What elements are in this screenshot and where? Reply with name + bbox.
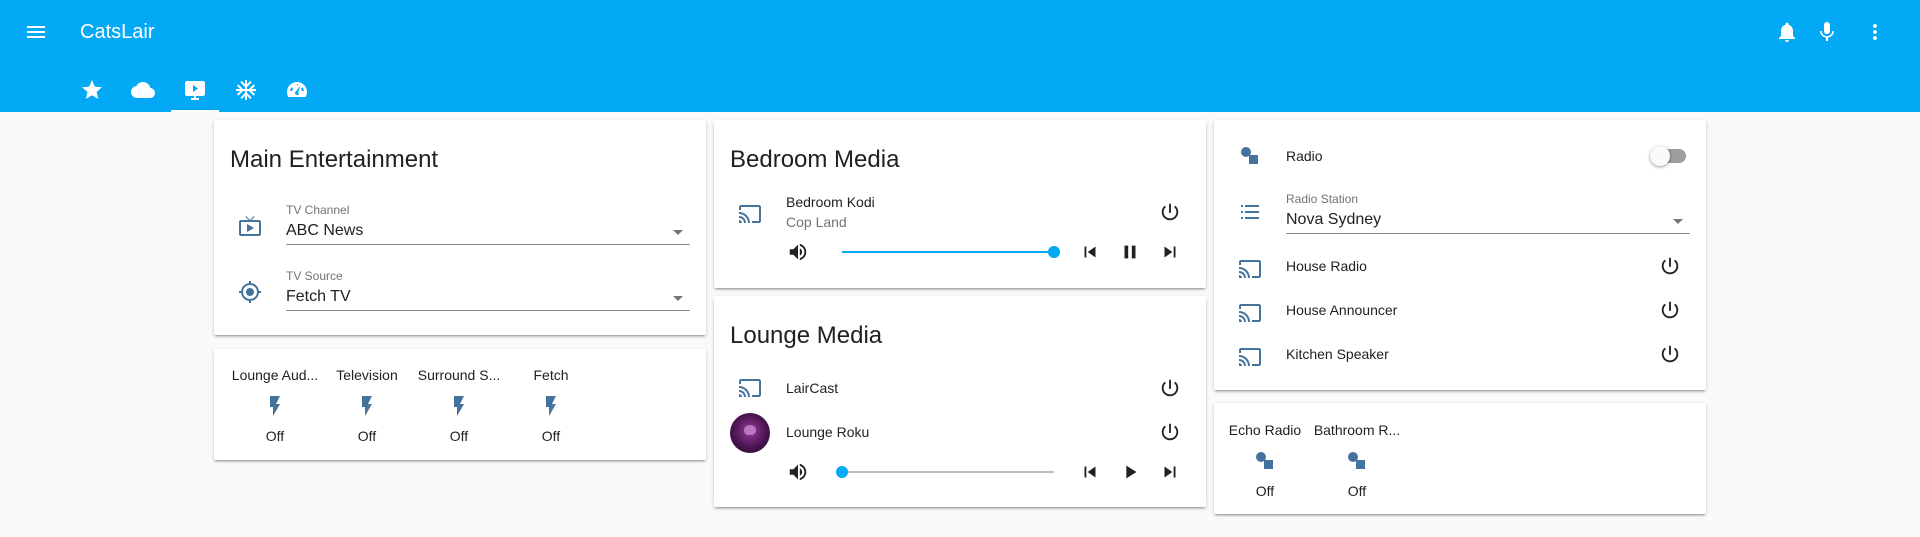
media-icon <box>185 81 205 100</box>
speedometer-icon <box>287 82 307 97</box>
cast-icon <box>738 376 762 400</box>
power-icon[interactable] <box>1158 376 1182 400</box>
skip-next-icon[interactable] <box>1158 240 1182 264</box>
power-icon[interactable] <box>1658 342 1682 366</box>
glance-state: Off <box>265 428 285 444</box>
glance-state: Off <box>1347 483 1367 499</box>
glance-name: Television <box>336 367 398 383</box>
flash-icon <box>539 394 563 418</box>
volume-slider[interactable] <box>842 471 1054 473</box>
tab-weather[interactable] <box>119 68 167 112</box>
flash-icon <box>355 394 379 418</box>
tv-source-value[interactable]: Fetch TV <box>286 288 351 306</box>
tab-climate[interactable] <box>222 68 270 112</box>
chevron-down-icon[interactable] <box>1673 219 1683 224</box>
radio-groups-card: Echo Radio Off Bathroom R... Off <box>1214 403 1706 514</box>
star-icon <box>82 80 102 99</box>
flash-icon <box>447 394 471 418</box>
lounge-media-card: Lounge Media LairCast Lounge Roku <box>714 296 1206 507</box>
glance-item[interactable]: Echo Radio Off <box>1220 421 1310 499</box>
volume-slider-fill <box>842 251 1054 253</box>
cast-icon <box>1238 345 1262 369</box>
chevron-down-icon[interactable] <box>673 296 683 301</box>
glance-name: Echo Radio <box>1228 422 1302 438</box>
main-entertainment-card: Main Entertainment TV Channel ABC News T… <box>214 120 706 335</box>
pause-icon[interactable] <box>1118 240 1142 264</box>
radio-station-value[interactable]: Nova Sydney <box>1286 211 1381 229</box>
shape-icon <box>1253 449 1277 473</box>
card-title: Bedroom Media <box>730 146 900 173</box>
power-icon[interactable] <box>1158 200 1182 224</box>
app-title: CatsLair <box>80 21 155 43</box>
tab-favorites[interactable] <box>68 68 116 112</box>
skip-previous-icon[interactable] <box>1078 240 1102 264</box>
bedroom-media-card: Bedroom Media Bedroom Kodi Cop Land <box>714 120 1206 288</box>
power-icon[interactable] <box>1658 298 1682 322</box>
player-media-title: Cop Land <box>786 214 847 230</box>
glance-item[interactable]: Surround S... Off <box>414 366 504 444</box>
radio-label: Radio <box>1286 148 1323 164</box>
cast-icon <box>1238 257 1262 281</box>
crosshairs-icon <box>238 280 262 304</box>
tab-media[interactable] <box>171 68 219 112</box>
list-icon <box>1238 200 1262 224</box>
glance-item[interactable]: Fetch Off <box>506 366 596 444</box>
cloud-icon <box>131 82 155 98</box>
power-icon[interactable] <box>1158 420 1182 444</box>
television-icon <box>238 214 262 238</box>
glance-name: Surround S... <box>417 367 501 383</box>
speaker-name: Kitchen Speaker <box>1286 346 1389 362</box>
more-vert-icon[interactable] <box>1855 12 1895 52</box>
snowflake-icon <box>236 80 256 100</box>
tv-channel-select[interactable] <box>286 244 690 245</box>
glance-item[interactable]: Bathroom R... Off <box>1312 421 1402 499</box>
avatar <box>730 413 770 453</box>
chevron-down-icon[interactable] <box>673 230 683 235</box>
tv-channel-value[interactable]: ABC News <box>286 222 363 240</box>
player-name: Bedroom Kodi <box>786 194 875 210</box>
volume-icon[interactable] <box>786 460 810 484</box>
card-title: Lounge Media <box>730 322 883 349</box>
flash-icon <box>263 394 287 418</box>
tv-source-label: TV Source <box>286 269 343 283</box>
app-header: CatsLair <box>0 0 1920 112</box>
volume-slider-knob[interactable] <box>836 466 848 478</box>
radio-station-label: Radio Station <box>1286 192 1359 206</box>
glance-name: Lounge Aud... <box>231 367 319 383</box>
play-icon[interactable] <box>1118 460 1142 484</box>
shape-icon <box>1238 144 1262 168</box>
cast-icon <box>1238 301 1262 325</box>
radio-toggle[interactable] <box>1650 146 1686 166</box>
menu-icon[interactable] <box>16 12 56 52</box>
cast-icon <box>738 202 762 226</box>
radio-station-select[interactable] <box>1286 233 1690 234</box>
shape-icon <box>1345 449 1369 473</box>
card-title: Main Entertainment <box>230 146 439 173</box>
glance-name: Bathroom R... <box>1313 422 1401 438</box>
player-name: Lounge Roku <box>786 424 870 440</box>
power-icon[interactable] <box>1658 254 1682 278</box>
tv-source-select[interactable] <box>286 310 690 311</box>
skip-next-icon[interactable] <box>1158 460 1182 484</box>
player-name: LairCast <box>786 380 839 396</box>
skip-previous-icon[interactable] <box>1078 460 1102 484</box>
tab-system[interactable] <box>273 68 321 112</box>
glance-state: Off <box>1255 483 1275 499</box>
radio-card: Radio Radio Station Nova Sydney House Ra… <box>1214 120 1706 390</box>
glance-state: Off <box>541 428 561 444</box>
glance-state: Off <box>449 428 469 444</box>
glance-item[interactable]: Television Off <box>322 366 412 444</box>
volume-slider-knob[interactable] <box>1048 246 1060 258</box>
lounge-switches-card: Lounge Aud... Off Television Off Surroun… <box>214 349 706 460</box>
speaker-name: House Radio <box>1286 258 1367 274</box>
glance-name: Fetch <box>533 367 569 383</box>
glance-state: Off <box>357 428 377 444</box>
microphone-icon[interactable] <box>1807 12 1847 52</box>
volume-icon[interactable] <box>786 240 810 264</box>
tv-channel-label: TV Channel <box>286 203 350 217</box>
glance-item[interactable]: Lounge Aud... Off <box>230 366 320 444</box>
notifications-icon[interactable] <box>1767 12 1807 52</box>
speaker-name: House Announcer <box>1286 302 1398 318</box>
